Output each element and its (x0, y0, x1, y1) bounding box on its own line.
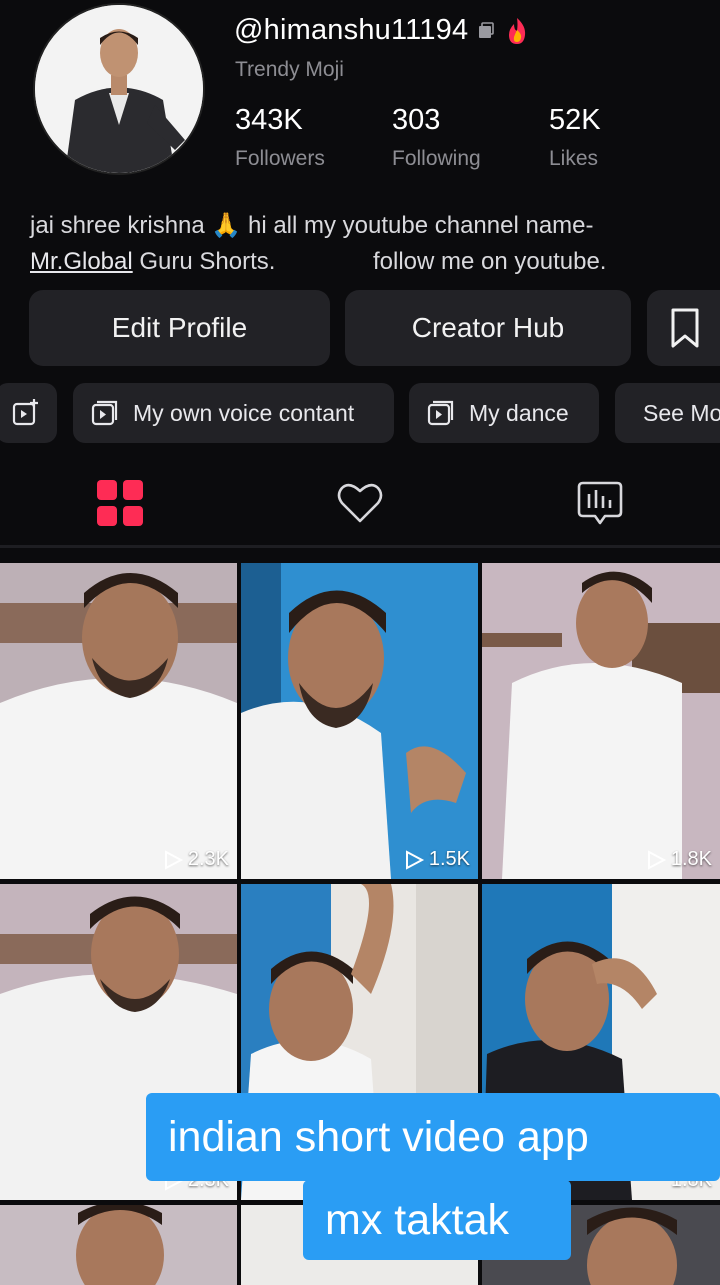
play-icon (405, 849, 424, 870)
video-frame (241, 563, 478, 879)
bookmark-button[interactable] (647, 290, 720, 366)
bio-line-2-tail: follow me on youtube. (373, 248, 607, 275)
likes-count: 52K (549, 104, 601, 136)
overlay-caption-line-1: indian short video app (146, 1093, 720, 1181)
following-count: 303 (392, 104, 441, 136)
followers-count: 343K (235, 104, 303, 136)
video-thumbnail[interactable]: 1.8K (482, 563, 720, 879)
playlist-chip-my-dance[interactable]: My dance (409, 383, 599, 443)
bio-line-1: jai shree krishna 🙏 hi all my youtube ch… (30, 212, 594, 239)
likes-stat[interactable]: 52K Likes (549, 104, 601, 171)
following-stat[interactable]: 303 Following (392, 104, 481, 171)
tabs-divider (0, 545, 720, 548)
view-count: 1.5K (403, 848, 470, 871)
view-count-text: 2.3K (187, 848, 229, 870)
view-count-text: 1.8K (670, 848, 712, 870)
profile-tabs (0, 470, 720, 548)
add-playlist-button[interactable] (0, 383, 57, 443)
playlist-icon (427, 400, 454, 426)
view-count: 2.3K (162, 848, 229, 871)
tab-analytics[interactable] (480, 470, 720, 536)
edit-profile-button[interactable]: Edit Profile (29, 290, 330, 366)
profile-subtitle: Trendy Moji (235, 58, 344, 81)
creator-hub-button[interactable]: Creator Hub (345, 290, 631, 366)
heart-icon (337, 483, 383, 523)
bookmark-icon (671, 308, 699, 348)
grid-icon (97, 480, 143, 526)
followers-label: Followers (235, 147, 325, 170)
bio-line-2: Mr.Global Guru Shorts. follow me on yout… (30, 244, 690, 280)
view-count-text: 1.5K (428, 848, 470, 870)
view-count: 1.8K (645, 848, 712, 871)
add-playlist-icon (12, 399, 38, 426)
see-more-label: See Mo (643, 399, 720, 426)
playlist-chip-own-voice[interactable]: My own voice contant (73, 383, 394, 443)
video-frame (0, 563, 237, 879)
video-frame (0, 1205, 237, 1285)
playlist-chip-label: My own voice contant (133, 399, 355, 426)
overlay-caption-line-2: mx taktak (303, 1180, 571, 1260)
profile-avatar[interactable] (33, 3, 205, 175)
video-thumbnail[interactable] (0, 1205, 237, 1285)
analytics-icon (577, 481, 623, 525)
tab-videos[interactable] (0, 470, 240, 536)
profile-bio: jai shree krishna 🙏 hi all my youtube ch… (30, 208, 690, 280)
username-row: @himanshu11194 (234, 14, 530, 47)
play-icon (164, 849, 183, 870)
likes-label: Likes (549, 147, 599, 170)
play-icon (647, 849, 666, 870)
see-more-chip[interactable]: See Mo (615, 383, 720, 443)
video-thumbnail[interactable]: 2.3K (0, 563, 237, 879)
bio-link[interactable]: Mr.Global (30, 248, 133, 275)
fire-badge-icon (509, 17, 526, 44)
copy-icon[interactable] (476, 21, 496, 41)
video-frame (482, 563, 720, 879)
video-thumbnail[interactable]: 1.5K (241, 563, 478, 879)
username: @himanshu11194 (234, 14, 469, 46)
bio-line-2-text: Guru Shorts. (132, 248, 276, 275)
avatar-photo (35, 5, 203, 173)
tab-liked[interactable] (240, 470, 480, 536)
playlist-icon (91, 400, 118, 426)
playlist-chip-label: My dance (469, 399, 569, 426)
following-label: Following (392, 147, 481, 170)
followers-stat[interactable]: 343K Followers (235, 104, 325, 171)
